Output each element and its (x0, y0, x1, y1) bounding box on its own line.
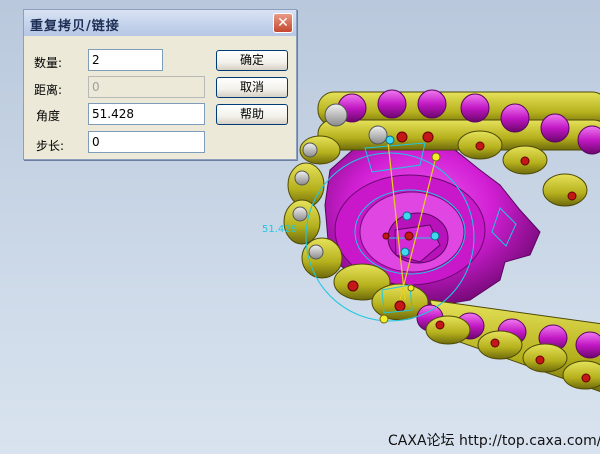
repeat-copy-dialog: 重复拷贝/链接 ✕ 数量: 2 距离: 0 角度 51.428 步长: 0 确定… (23, 9, 297, 160)
angle-dimension-label: 51.428 (262, 224, 297, 235)
distance-label: 距离: (34, 83, 63, 97)
cancel-button[interactable]: 取消 (216, 77, 288, 98)
close-icon: ✕ (277, 15, 289, 31)
dialog-title: 重复拷贝/链接 (30, 19, 120, 34)
count-input[interactable]: 2 (88, 49, 163, 71)
dialog-titlebar[interactable]: 重复拷贝/链接 ✕ (24, 10, 296, 36)
step-label: 步长: (36, 139, 65, 153)
close-button[interactable]: ✕ (273, 13, 293, 33)
distance-input: 0 (88, 76, 205, 98)
step-input[interactable]: 0 (88, 131, 205, 153)
watermark: CAXA论坛 http://top.caxa.com/ (388, 433, 600, 449)
angle-label: 角度 (36, 109, 61, 123)
help-button[interactable]: 帮助 (216, 104, 288, 125)
angle-input[interactable]: 51.428 (88, 103, 205, 125)
count-label: 数量: (34, 56, 63, 70)
ok-button[interactable]: 确定 (216, 50, 288, 71)
